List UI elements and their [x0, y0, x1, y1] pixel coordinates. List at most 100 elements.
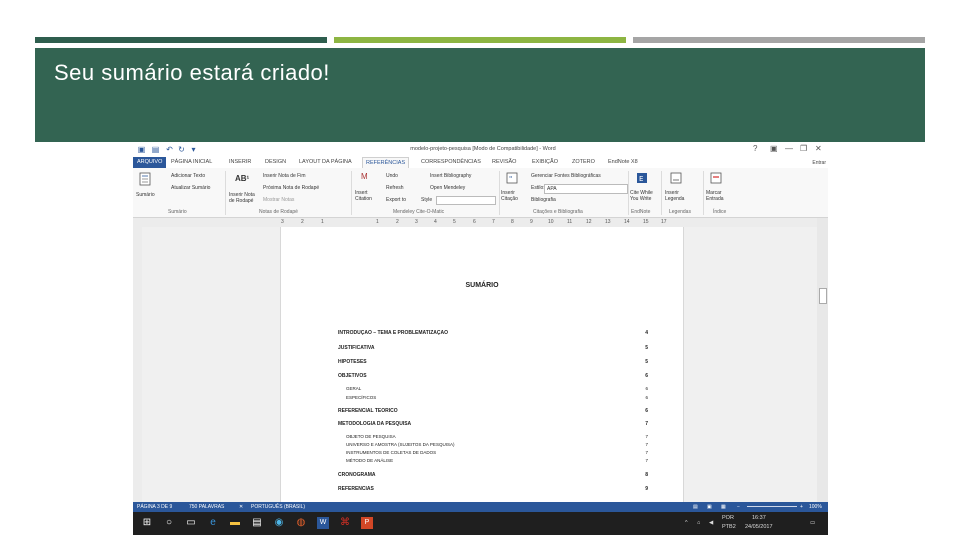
word-count-status[interactable]: 750 PALAVRAS [189, 504, 224, 510]
toc-entry-page: 7 [644, 421, 648, 427]
file-explorer-icon[interactable]: ▬ [229, 517, 241, 529]
mendeley-style-select[interactable] [436, 196, 496, 205]
adicionar-texto-button[interactable]: Adicionar Texto [171, 173, 205, 179]
web-layout-icon[interactable]: ▦ [721, 504, 726, 510]
inserir-nota-rodape-button[interactable]: Inserir Nota de Rodapé [229, 192, 259, 204]
minimize-icon[interactable]: — [785, 144, 793, 153]
tray-chevron-icon[interactable]: ^ [685, 520, 688, 526]
network-icon[interactable]: ⌂ [697, 520, 700, 526]
inserir-citacao-button[interactable]: Inserir Citação [501, 190, 521, 202]
outlook-icon[interactable]: ◉ [273, 517, 285, 529]
page-count-status[interactable]: PÁGINA 3 DE 9 [137, 504, 172, 510]
open-mendeley-button[interactable]: Open Mendeley [430, 185, 465, 191]
clock-time[interactable]: 16:37 [752, 515, 766, 521]
zoom-in-icon[interactable]: + [800, 504, 803, 510]
restore-icon[interactable]: ❐ [800, 144, 807, 153]
firefox-icon[interactable]: ◍ [295, 517, 307, 529]
toc-entry[interactable]: HIPÓTESES 5 [338, 359, 648, 365]
undo-icon[interactable]: ↶ [165, 145, 174, 154]
toc-entry[interactable]: MÉTODO DE ANÁLISE 7 [346, 458, 648, 463]
toc-entry[interactable]: ESPECÍFICOS 6 [346, 395, 648, 400]
customize-quick-access-icon[interactable]: ▾ [189, 145, 198, 154]
vertical-ruler[interactable] [133, 227, 142, 502]
toc-entry[interactable]: INTRODUÇÃO – TEMA E PROBLEMATIZAÇÃO 4 [338, 330, 648, 336]
tab-design[interactable]: DESIGN [265, 159, 286, 165]
estilo-select[interactable]: APA [544, 184, 628, 194]
vertical-scrollbar[interactable] [817, 218, 828, 502]
mostrar-notas-button[interactable]: Mostrar Notas [263, 197, 294, 203]
inserir-nota-fim-button[interactable]: Inserir Nota de Fim [263, 173, 306, 179]
print-layout-icon[interactable]: ▣ [707, 504, 712, 510]
insert-citation-button[interactable]: Insert Citation [355, 190, 373, 202]
tab-revisao[interactable]: REVISÃO [492, 159, 516, 165]
scrollbar-thumb[interactable] [819, 288, 827, 304]
atualizar-sumario-button[interactable]: Atualizar Sumário [171, 185, 210, 191]
toc-entry[interactable]: GERAL 6 [346, 386, 648, 391]
read-mode-icon[interactable]: ▤ [693, 504, 698, 510]
task-view-icon[interactable]: ▭ [185, 517, 197, 529]
ruler-number: 12 [586, 219, 592, 225]
help-icon[interactable]: ? [753, 144, 757, 153]
acrobat-icon[interactable]: ⌘ [339, 517, 351, 529]
tab-arquivo[interactable]: ARQUIVO [133, 157, 167, 168]
cite-while-you-write-button[interactable]: Cite While You Write [630, 190, 658, 202]
toc-entry[interactable]: UNIVERSO E AMOSTRA (SUJEITOS DA PESQUISA… [346, 442, 648, 447]
toc-entry[interactable]: REFERENCIAL TEÓRICO 6 [338, 408, 648, 414]
tab-referencias[interactable]: REFERÊNCIAS [362, 157, 410, 168]
proxima-nota-button[interactable]: Próxima Nota de Rodapé [263, 185, 319, 191]
marcar-entrada-button[interactable]: Marcar Entrada [706, 190, 728, 202]
sumario-button[interactable]: Sumário [136, 192, 155, 198]
tab-endnote[interactable]: EndNote X8 [608, 159, 638, 165]
toc-leader-dots [338, 490, 648, 491]
windows-start-icon[interactable]: ⊞ [141, 517, 153, 529]
save-icon[interactable]: ▤ [151, 145, 160, 154]
proofing-icon[interactable]: ✕ [239, 504, 243, 510]
ribbon-display-icon[interactable]: ▣ [770, 144, 778, 153]
tab-exibicao[interactable]: EXIBIÇÃO [532, 159, 558, 165]
ribbon-tabs: ARQUIVO PÁGINA INICIAL INSERIR DESIGN LA… [133, 157, 828, 168]
toc-entry[interactable]: OBJETIVOS 6 [338, 373, 648, 379]
input-language[interactable]: POR [722, 515, 734, 521]
toc-entry-title: ESPECÍFICOS [346, 395, 378, 400]
sign-in-link[interactable]: Entrar [812, 160, 826, 166]
edge-browser-icon[interactable]: e [207, 517, 219, 529]
zoom-level[interactable]: 100% [809, 504, 822, 510]
horizontal-ruler[interactable]: 3 2 1 1 2 3 4 5 6 7 8 9 10 11 12 13 14 15 17 [133, 218, 828, 227]
toc-entry[interactable]: CRONOGRAMA 8 [338, 472, 648, 478]
export-to-button[interactable]: Export to [386, 197, 406, 203]
undo-mendeley-button[interactable]: Undo [386, 173, 398, 179]
inserir-legenda-button[interactable]: Inserir Legenda [665, 190, 689, 202]
zoom-out-icon[interactable]: − [737, 504, 740, 510]
close-icon[interactable]: ✕ [815, 144, 822, 153]
search-icon[interactable]: ○ [163, 517, 175, 529]
store-icon[interactable]: ▤ [251, 517, 263, 529]
word-taskbar-icon[interactable]: W [317, 517, 329, 529]
notifications-icon[interactable]: ▭ [810, 520, 815, 526]
gerenciar-fontes-button[interactable]: Gerenciar Fontes Bibliográficas [531, 173, 601, 179]
tab-zotero[interactable]: ZOTERO [572, 159, 595, 165]
tab-inserir[interactable]: INSERIR [229, 159, 251, 165]
toc-entry[interactable]: METODOLOGIA DA PESQUISA 7 [338, 421, 648, 427]
toc-entry[interactable]: INSTRUMENTOS DE COLETAS DE DADOS 7 [346, 450, 648, 455]
ruler-number: 4 [434, 219, 437, 225]
ruler-number: 10 [548, 219, 554, 225]
toc-entry-page: 7 [644, 442, 648, 447]
powerpoint-taskbar-icon[interactable]: P [361, 517, 373, 529]
volume-icon[interactable]: ◀ [709, 520, 713, 526]
language-status[interactable]: PORTUGUÊS (BRASIL) [251, 504, 305, 510]
refresh-button[interactable]: Refresh [386, 185, 404, 191]
zoom-slider[interactable] [747, 506, 797, 507]
insert-bibliography-button[interactable]: Insert Bibliography [430, 173, 471, 179]
clock-date[interactable]: 24/05/2017 [745, 524, 773, 530]
keyboard-layout[interactable]: PTB2 [722, 524, 736, 530]
toc-entry[interactable]: REFERÊNCIAS 9 [338, 486, 648, 492]
tab-pagina-inicial[interactable]: PÁGINA INICIAL [171, 159, 212, 165]
document-page[interactable]: SUMÁRIO INTRODUÇÃO – TEMA E PROBLEMATIZA… [280, 227, 684, 502]
tab-layout-da-pagina[interactable]: LAYOUT DA PÁGINA [299, 159, 352, 165]
toc-entry[interactable]: OBJETO DE PESQUISA 7 [346, 434, 648, 439]
tab-correspondencias[interactable]: CORRESPONDÊNCIAS [421, 159, 481, 165]
redo-icon[interactable]: ↻ [177, 145, 186, 154]
bibliografia-button[interactable]: Bibliografia [531, 197, 556, 203]
toc-entry-title: REFERENCIAL TEÓRICO [338, 408, 399, 414]
toc-entry[interactable]: JUSTIFICATIVA 5 [338, 345, 648, 351]
